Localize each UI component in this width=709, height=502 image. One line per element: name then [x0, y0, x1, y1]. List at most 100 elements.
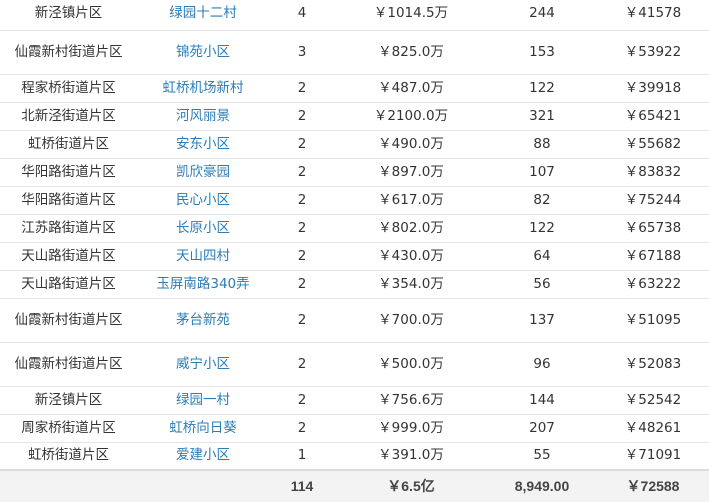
total-unit-price: ￥72588 [597, 469, 709, 502]
count-cell: 2 [269, 102, 335, 131]
unit-price-cell: ￥75244 [597, 186, 709, 215]
table-row: 仙霞新村街道片区 威宁小区 2 ￥500.0万 96 ￥52083 [0, 342, 709, 387]
community-link[interactable]: 凯欣豪园 [176, 164, 230, 180]
community-cell: 威宁小区 [137, 342, 269, 387]
district-cell: 北新泾街道片区 [0, 102, 137, 131]
price-cell: ￥354.0万 [335, 270, 487, 299]
count-cell: 2 [269, 74, 335, 103]
area-cell: 122 [487, 74, 597, 103]
community-cell: 天山四村 [137, 242, 269, 271]
unit-price-cell: ￥51095 [597, 298, 709, 343]
total-area: 8,949.00 [487, 469, 597, 502]
district-cell: 江苏路街道片区 [0, 214, 137, 243]
table-row: 华阳路街道片区 民心小区 2 ￥617.0万 82 ￥75244 [0, 186, 709, 215]
community-link[interactable]: 天山四村 [176, 248, 230, 264]
table-row: 仙霞新村街道片区 锦苑小区 3 ￥825.0万 153 ￥53922 [0, 30, 709, 75]
community-link[interactable]: 绿园一村 [176, 392, 230, 408]
district-cell: 虹桥街道片区 [0, 442, 137, 471]
community-link[interactable]: 民心小区 [176, 192, 230, 208]
community-link[interactable]: 茅台新苑 [176, 312, 230, 328]
community-link[interactable]: 长原小区 [176, 220, 230, 236]
count-cell: 4 [269, 0, 335, 31]
price-cell: ￥897.0万 [335, 158, 487, 187]
count-cell: 2 [269, 242, 335, 271]
price-cell: ￥391.0万 [335, 442, 487, 471]
area-cell: 64 [487, 242, 597, 271]
area-cell: 56 [487, 270, 597, 299]
unit-price-cell: ￥52542 [597, 386, 709, 415]
unit-price-cell: ￥65421 [597, 102, 709, 131]
community-cell: 茅台新苑 [137, 298, 269, 343]
area-cell: 55 [487, 442, 597, 471]
price-cell: ￥500.0万 [335, 342, 487, 387]
community-link[interactable]: 锦苑小区 [176, 44, 230, 60]
community-link[interactable]: 威宁小区 [176, 356, 230, 372]
price-cell: ￥756.6万 [335, 386, 487, 415]
unit-price-cell: ￥65738 [597, 214, 709, 243]
area-cell: 122 [487, 214, 597, 243]
price-cell: ￥825.0万 [335, 30, 487, 75]
table-row: 新泾镇片区 绿园一村 2 ￥756.6万 144 ￥52542 [0, 386, 709, 415]
community-link[interactable]: 虹桥机场新村 [163, 80, 244, 96]
area-cell: 96 [487, 342, 597, 387]
area-cell: 244 [487, 0, 597, 31]
price-cell: ￥617.0万 [335, 186, 487, 215]
community-cell: 虹桥向日葵 [137, 414, 269, 443]
unit-price-cell: ￥71091 [597, 442, 709, 471]
community-cell: 凯欣豪园 [137, 158, 269, 187]
price-cell: ￥1014.5万 [335, 0, 487, 31]
count-cell: 2 [269, 342, 335, 387]
community-cell: 玉屏南路340弄 [137, 270, 269, 299]
price-cell: ￥487.0万 [335, 74, 487, 103]
listing-table: 新泾镇片区 绿园十二村 4 ￥1014.5万 244 ￥41578 仙霞新村街道… [0, 0, 709, 502]
table-row: 周家桥街道片区 虹桥向日葵 2 ￥999.0万 207 ￥48261 [0, 414, 709, 443]
price-cell: ￥700.0万 [335, 298, 487, 343]
area-cell: 153 [487, 30, 597, 75]
total-community-cell [137, 469, 269, 502]
unit-price-cell: ￥83832 [597, 158, 709, 187]
count-cell: 3 [269, 30, 335, 75]
table-row: 天山路街道片区 天山四村 2 ￥430.0万 64 ￥67188 [0, 242, 709, 271]
community-cell: 安东小区 [137, 130, 269, 159]
unit-price-cell: ￥52083 [597, 342, 709, 387]
total-row: 114 ￥6.5亿 8,949.00 ￥72588 [0, 469, 709, 502]
count-cell: 2 [269, 414, 335, 443]
community-link[interactable]: 河风丽景 [176, 108, 230, 124]
table-row: 北新泾街道片区 河风丽景 2 ￥2100.0万 321 ￥65421 [0, 102, 709, 131]
count-cell: 2 [269, 298, 335, 343]
unit-price-cell: ￥63222 [597, 270, 709, 299]
price-cell: ￥802.0万 [335, 214, 487, 243]
count-cell: 2 [269, 270, 335, 299]
table-body: 新泾镇片区 绿园十二村 4 ￥1014.5万 244 ￥41578 仙霞新村街道… [0, 0, 709, 502]
district-cell: 新泾镇片区 [0, 0, 137, 31]
table-row: 天山路街道片区 玉屏南路340弄 2 ￥354.0万 56 ￥63222 [0, 270, 709, 299]
district-cell: 程家桥街道片区 [0, 74, 137, 103]
area-cell: 321 [487, 102, 597, 131]
table-row: 华阳路街道片区 凯欣豪园 2 ￥897.0万 107 ￥83832 [0, 158, 709, 187]
total-price: ￥6.5亿 [335, 469, 487, 502]
total-district-cell [0, 469, 137, 502]
community-link[interactable]: 玉屏南路340弄 [156, 276, 249, 292]
community-cell: 锦苑小区 [137, 30, 269, 75]
count-cell: 1 [269, 442, 335, 471]
price-cell: ￥490.0万 [335, 130, 487, 159]
community-link[interactable]: 爱建小区 [176, 447, 230, 463]
total-count: 114 [269, 469, 335, 502]
district-cell: 天山路街道片区 [0, 242, 137, 271]
table-row: 虹桥街道片区 安东小区 2 ￥490.0万 88 ￥55682 [0, 130, 709, 159]
community-link[interactable]: 绿园十二村 [169, 5, 237, 21]
community-cell: 长原小区 [137, 214, 269, 243]
table-row: 新泾镇片区 绿园十二村 4 ￥1014.5万 244 ￥41578 [0, 0, 709, 31]
community-cell: 河风丽景 [137, 102, 269, 131]
count-cell: 2 [269, 214, 335, 243]
district-cell: 仙霞新村街道片区 [0, 30, 137, 75]
community-link[interactable]: 安东小区 [176, 136, 230, 152]
community-cell: 绿园十二村 [137, 0, 269, 31]
count-cell: 2 [269, 130, 335, 159]
district-cell: 华阳路街道片区 [0, 158, 137, 187]
district-cell: 仙霞新村街道片区 [0, 342, 137, 387]
table-row: 虹桥街道片区 爱建小区 1 ￥391.0万 55 ￥71091 [0, 442, 709, 471]
community-link[interactable]: 虹桥向日葵 [169, 420, 237, 436]
area-cell: 207 [487, 414, 597, 443]
area-cell: 107 [487, 158, 597, 187]
